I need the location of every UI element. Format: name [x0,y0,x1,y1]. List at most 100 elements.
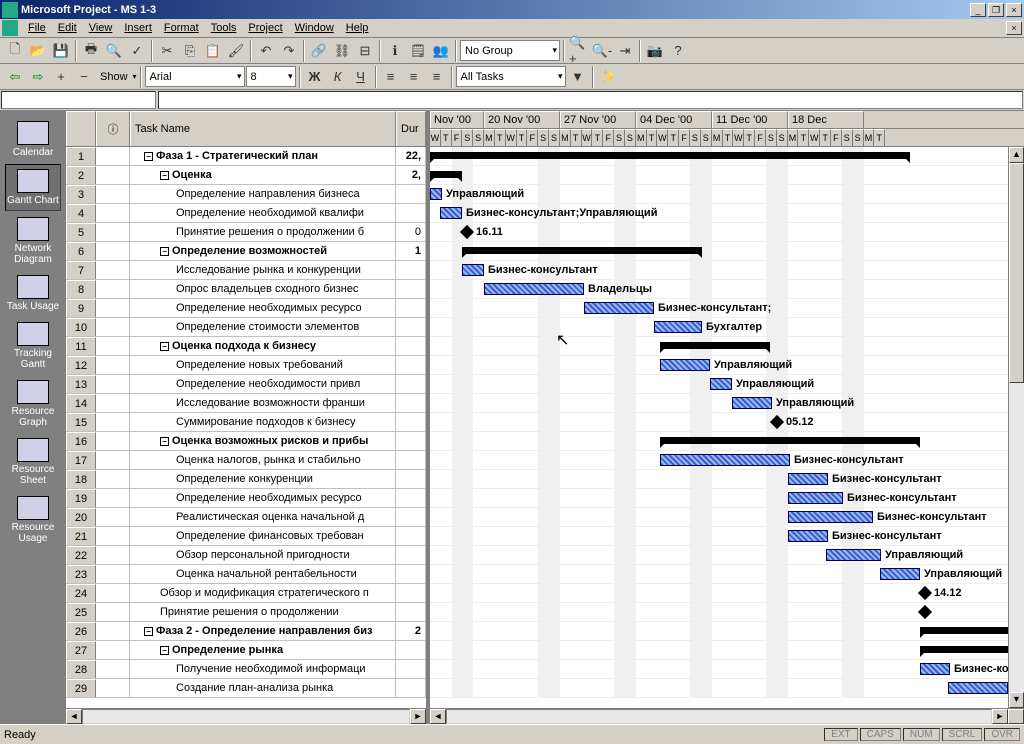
print-button[interactable]: 🖶 [80,40,102,62]
row-number[interactable]: 28 [66,660,96,678]
gantt-row[interactable]: Бизнес-консультант [430,527,1024,546]
hide-subtasks-button[interactable]: − [73,66,95,88]
milestone-icon[interactable] [918,586,932,600]
task-bar[interactable] [920,663,950,675]
menu-edit[interactable]: Edit [52,20,83,36]
spell-button[interactable]: ✓ [126,40,148,62]
table-row[interactable]: 29 Создание план-анализа рынка [66,679,426,698]
duration-cell[interactable] [396,508,426,526]
duration-cell[interactable] [396,451,426,469]
table-row[interactable]: 14 Исследование возможности франши [66,394,426,413]
taskname-cell[interactable]: −Фаза 1 - Стратегический план [130,147,396,165]
duration-cell[interactable] [396,565,426,583]
day-header[interactable]: S [690,129,701,147]
day-header[interactable]: M [636,129,647,147]
taskname-cell[interactable]: Исследование рынка и конкуренции [130,261,396,279]
day-header[interactable]: T [495,129,506,147]
outline-toggle-icon[interactable]: − [160,171,169,180]
day-header[interactable]: F [527,129,538,147]
task-bar[interactable] [660,359,710,371]
gantt-row[interactable]: Бизнес-консультант [430,489,1024,508]
taskname-cell[interactable]: Суммирование подходов к бизнесу [130,413,396,431]
day-header[interactable]: S [549,129,560,147]
task-bar[interactable] [788,492,843,504]
summary-bar[interactable] [660,437,920,444]
row-number[interactable]: 16 [66,432,96,450]
table-row[interactable]: 18 Определение конкуренции [66,470,426,489]
outline-toggle-icon[interactable]: − [144,627,153,636]
table-row[interactable]: 16 −Оценка возможных рисков и прибы [66,432,426,451]
table-row[interactable]: 10 Определение стоимости элементов [66,318,426,337]
outline-toggle-icon[interactable]: − [160,247,169,256]
week-header[interactable]: 04 Dec '00 [636,111,712,128]
day-header[interactable]: T [723,129,734,147]
cell-reference[interactable] [1,91,156,109]
gantt-row[interactable] [430,147,1024,166]
day-header[interactable]: S [701,129,712,147]
row-number[interactable]: 22 [66,546,96,564]
day-header[interactable]: M [484,129,495,147]
day-header[interactable]: T [820,129,831,147]
help-button[interactable]: ? [667,40,689,62]
milestone-icon[interactable] [770,415,784,429]
duration-header[interactable]: Dur [396,111,426,146]
table-scroll-left[interactable]: ◄ [66,709,82,724]
preview-button[interactable]: 🔍 [103,40,125,62]
outline-toggle-icon[interactable]: − [160,342,169,351]
week-header[interactable]: 20 Nov '00 [484,111,560,128]
task-bar[interactable] [484,283,584,295]
taskname-cell[interactable]: −Фаза 2 - Определение направления биз [130,622,396,640]
row-number[interactable]: 3 [66,185,96,203]
menu-insert[interactable]: Insert [118,20,158,36]
table-row[interactable]: 23 Оценка начальной рентабельности [66,565,426,584]
day-header[interactable]: T [441,129,452,147]
gantt-row[interactable]: Управляющий [430,375,1024,394]
table-row[interactable]: 5 Принятие решения о продолжении б 0 [66,223,426,242]
menu-project[interactable]: Project [242,20,288,36]
gantt-row[interactable]: Управляющий [430,356,1024,375]
duration-cell[interactable] [396,394,426,412]
row-number[interactable]: 27 [66,641,96,659]
gantt-row[interactable]: Владельцы [430,280,1024,299]
gantt-row[interactable] [430,432,1024,451]
gantt-row[interactable]: Управляющий [430,185,1024,204]
view-resource-sheet[interactable]: Resource Sheet [5,434,61,490]
table-row[interactable]: 28 Получение необходимой информаци [66,660,426,679]
taskname-cell[interactable]: Определение необходимых ресурсо [130,299,396,317]
duration-cell[interactable]: 22, [396,147,426,165]
gantt-row[interactable] [430,641,1024,660]
redo-button[interactable]: ↷ [278,40,300,62]
vertical-scrollbar[interactable]: ▲ ▼ [1008,147,1024,708]
taskname-cell[interactable]: −Определение возможностей [130,242,396,260]
group-combo[interactable]: No Group [460,40,560,61]
info-button[interactable]: ℹ [384,40,406,62]
table-scroll-right[interactable]: ► [410,709,426,724]
day-header[interactable]: T [647,129,658,147]
task-bar[interactable] [584,302,654,314]
day-header[interactable]: S [614,129,625,147]
split-button[interactable]: ⊟ [354,40,376,62]
table-row[interactable]: 25 Принятие решения о продолжении [66,603,426,622]
table-row[interactable]: 13 Определение необходимости привл [66,375,426,394]
row-number[interactable]: 19 [66,489,96,507]
duration-cell[interactable] [396,432,426,450]
outline-toggle-icon[interactable]: − [160,437,169,446]
menu-tools[interactable]: Tools [205,20,243,36]
view-gantt-chart[interactable]: Gantt Chart [5,164,61,211]
gantt-row[interactable]: Управляющий [430,394,1024,413]
taskname-cell[interactable]: Реалистическая оценка начальной д [130,508,396,526]
day-header[interactable]: W [582,129,593,147]
italic-button[interactable]: К [327,66,349,88]
row-number[interactable]: 5 [66,223,96,241]
taskname-cell[interactable]: Исследование возможности франши [130,394,396,412]
view-task-usage[interactable]: Task Usage [5,271,61,316]
menu-view[interactable]: View [83,20,119,36]
table-row[interactable]: 11 −Оценка подхода к бизнесу [66,337,426,356]
table-row[interactable]: 1 −Фаза 1 - Стратегический план 22, [66,147,426,166]
gantt-row[interactable]: Бухгалтер [430,318,1024,337]
day-header[interactable]: M [788,129,799,147]
week-header[interactable]: 27 Nov '00 [560,111,636,128]
row-number[interactable]: 20 [66,508,96,526]
open-button[interactable]: 📂 [27,40,49,62]
taskname-cell[interactable]: Оценка начальной рентабельности [130,565,396,583]
